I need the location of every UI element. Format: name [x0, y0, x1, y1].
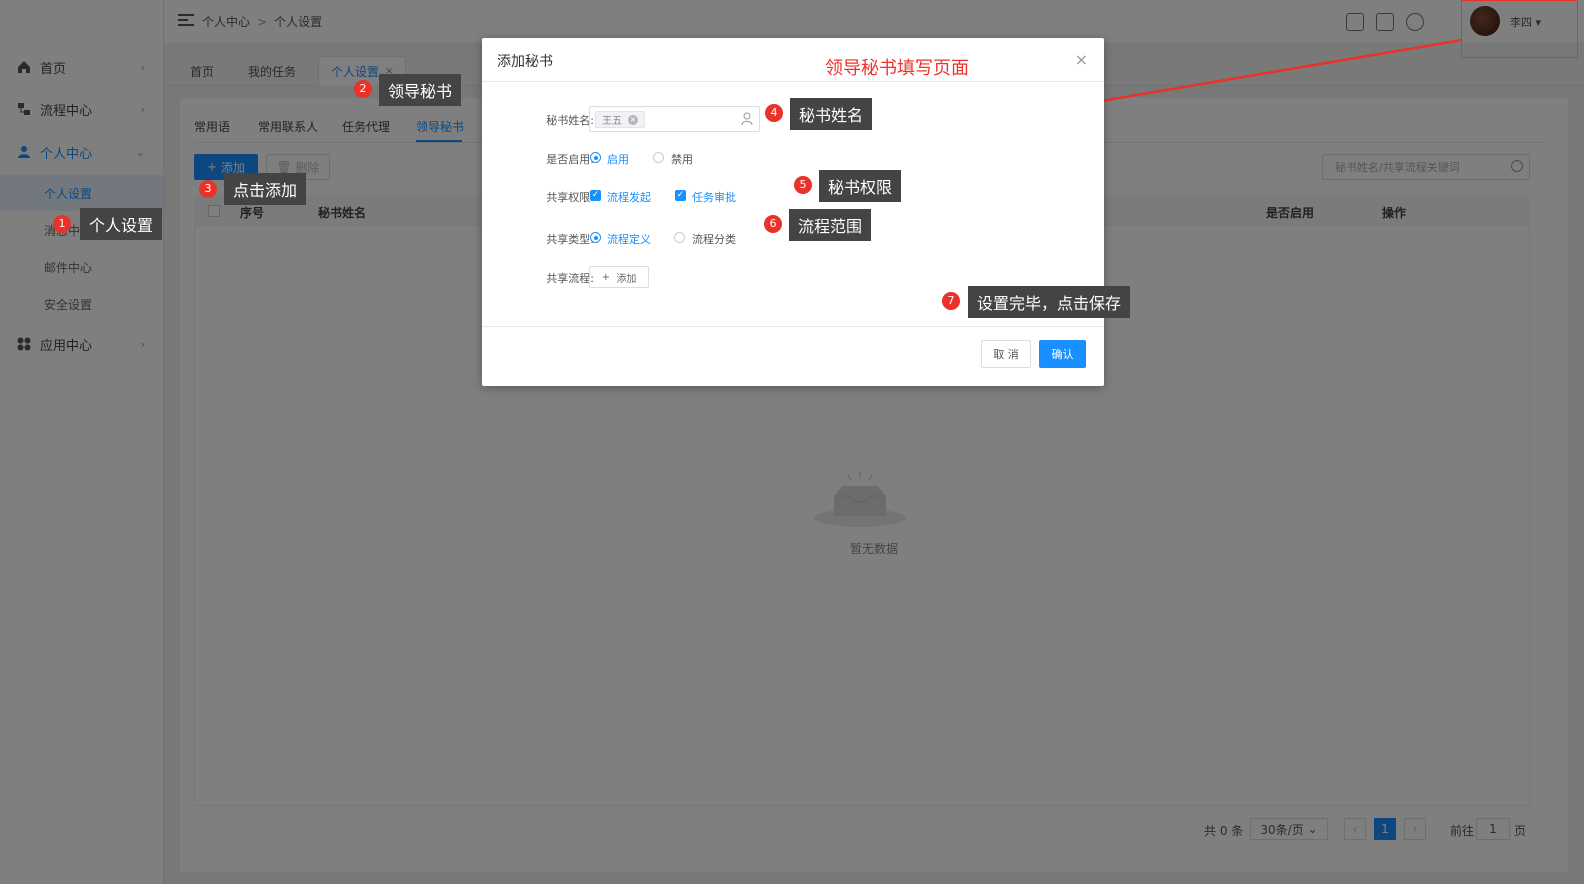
- close-icon[interactable]: ×: [1075, 50, 1088, 69]
- callout-label: 领导秘书: [379, 74, 462, 106]
- callout-number: 5: [794, 176, 812, 194]
- confirm-button[interactable]: 确认: [1039, 340, 1086, 368]
- callout-number: 1: [53, 215, 71, 233]
- add-flow-button[interactable]: + 添加: [589, 266, 649, 288]
- callout-label: 设置完毕，点击保存: [968, 286, 1131, 318]
- perm-start-checkbox[interactable]: ✓: [590, 190, 601, 201]
- name-label: 秘书姓名:: [546, 114, 594, 127]
- dialog-header-divider: [482, 81, 1104, 82]
- user-picker-icon[interactable]: [741, 112, 753, 126]
- permission-label: 共享权限:: [546, 191, 594, 204]
- enabled-label: 是否启用:: [546, 153, 594, 166]
- perm-approve-label[interactable]: 任务审批: [692, 189, 736, 205]
- type-category-radio[interactable]: [674, 232, 685, 243]
- callout-label: 秘书姓名: [790, 98, 873, 130]
- selected-user-name: 王五: [602, 116, 622, 127]
- callout-label: 流程范围: [789, 209, 872, 241]
- dialog-title: 添加秘书: [497, 54, 553, 70]
- perm-start-label[interactable]: 流程发起: [607, 189, 651, 205]
- secretary-name-input[interactable]: 王五 ×: [589, 106, 760, 132]
- dialog-footer-divider: [482, 326, 1104, 327]
- share-flow-label: 共享流程:: [546, 272, 594, 285]
- type-definition-label[interactable]: 流程定义: [607, 231, 651, 247]
- type-definition-radio[interactable]: [590, 232, 601, 243]
- callout-label: 秘书权限: [819, 170, 902, 202]
- remove-tag-icon[interactable]: ×: [628, 114, 638, 125]
- enabled-off-radio[interactable]: [653, 152, 664, 163]
- perm-approve-checkbox[interactable]: ✓: [675, 190, 686, 201]
- share-type-label: 共享类型:: [546, 233, 594, 246]
- callout-number: 6: [764, 215, 782, 233]
- enabled-on-label[interactable]: 启用: [607, 151, 629, 167]
- enabled-off-label[interactable]: 禁用: [671, 151, 693, 167]
- callout-number: 2: [354, 80, 372, 98]
- callout-number: 3: [199, 180, 217, 198]
- callout-number: 7: [942, 292, 960, 310]
- selected-user-tag: 王五 ×: [595, 111, 645, 128]
- annotation-note: 领导秘书填写页面: [825, 58, 969, 79]
- callout-label: 个人设置: [80, 208, 163, 240]
- callout-label: 点击添加: [224, 173, 307, 205]
- enabled-on-radio[interactable]: [590, 152, 601, 163]
- type-category-label[interactable]: 流程分类: [692, 231, 736, 247]
- cancel-button[interactable]: 取 消: [981, 340, 1031, 368]
- callout-number: 4: [765, 104, 783, 122]
- add-flow-label: 添加: [616, 273, 637, 285]
